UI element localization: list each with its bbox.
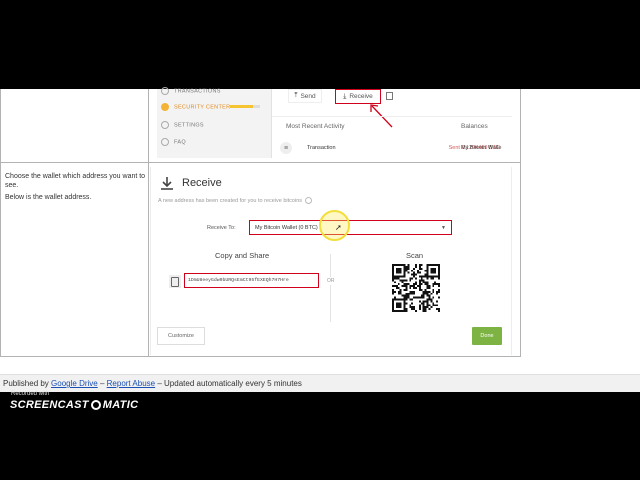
shield-icon xyxy=(161,103,169,111)
receive-title: Receive xyxy=(182,177,222,189)
instructions-cell: Choose the wallet which address you want… xyxy=(5,172,147,205)
logo-right: MATIC xyxy=(102,399,139,411)
bitcoin-address-field[interactable]: 1DmU8eeyGdw9bURQsEmCt95fEXEQh7H7Hre xyxy=(184,273,319,288)
qr-code xyxy=(392,264,440,312)
wallet-select[interactable]: My Bitcoin Wallet (0 BTC) ▼ xyxy=(249,220,452,235)
scan-heading: Scan xyxy=(406,251,424,260)
receive-button[interactable]: ⤓ Receive xyxy=(335,89,381,104)
clipboard-icon xyxy=(171,276,179,287)
clipboard-icon xyxy=(386,92,393,100)
sidebar-item-label: SETTINGS xyxy=(174,122,204,129)
clipboard-button[interactable] xyxy=(383,89,396,103)
sidebar-item-label: SECURITY CENTER xyxy=(174,104,231,111)
table-right-border xyxy=(520,89,521,357)
column-divider xyxy=(330,254,331,322)
panel-divider xyxy=(272,116,512,117)
balance-wallet-name: My Bitcoin Walle xyxy=(461,145,502,151)
question-icon xyxy=(161,138,169,146)
footer-separator: – xyxy=(97,379,107,388)
footer-text: Published by Google Drive – Report Abuse… xyxy=(3,379,302,388)
table-left-border xyxy=(0,89,1,357)
send-label: Send xyxy=(300,92,316,100)
wallet-select-value: My Bitcoin Wallet (0 BTC) xyxy=(255,224,318,231)
table-bottom-border xyxy=(0,356,521,357)
table-column-divider xyxy=(148,89,149,357)
most-recent-activity-heading: Most Recent Activity xyxy=(286,123,345,130)
security-progress-fill xyxy=(230,105,253,108)
receive-to-label: Receive To: xyxy=(207,225,236,231)
receive-label: Receive xyxy=(349,93,373,100)
done-button[interactable]: Done xyxy=(472,327,502,345)
updated-text: – Updated automatically every 5 minutes xyxy=(155,379,302,388)
screencast-o-matic-logo: SCREENCAST MATIC xyxy=(10,399,138,411)
instruction-line-2: Below is the wallet address. xyxy=(5,194,92,201)
sidebar-item-label: TRANSACTIONS xyxy=(174,88,221,95)
recorded-with-text: Recorded with xyxy=(11,391,50,397)
logo-left: SCREENCAST xyxy=(10,399,89,411)
receive-subtitle-text: A new address has been created for you t… xyxy=(158,197,303,204)
customize-button[interactable]: Customize xyxy=(157,327,205,345)
table-row-divider xyxy=(0,162,521,163)
published-footer: Published by Google Drive – Report Abuse… xyxy=(0,374,640,392)
transaction-type: Transaction xyxy=(307,145,336,151)
info-icon[interactable] xyxy=(305,197,313,204)
balances-heading: Balances xyxy=(461,123,488,130)
sidebar-item-transactions[interactable]: TRANSACTIONS xyxy=(161,87,221,95)
transactions-icon xyxy=(161,87,169,95)
copy-and-share-heading: Copy and Share xyxy=(215,251,270,260)
published-doc: Choose the wallet which address you want… xyxy=(0,87,640,392)
gear-icon xyxy=(161,121,169,129)
published-by-text: Published by xyxy=(3,379,49,388)
wallet-home-panel: ⤒ Send ⤓ Receive Most Recent Activity Bala… xyxy=(272,89,512,158)
send-button[interactable]: ⤒ Send xyxy=(288,89,322,103)
sidebar-item-label: FAQ xyxy=(174,139,186,146)
sidebar-item-faq[interactable]: FAQ xyxy=(161,138,186,146)
download-icon: ⤓ xyxy=(343,92,347,100)
receive-modal: Receive A new address has been created f… xyxy=(150,167,512,355)
mouse-pointer-icon: ➚ xyxy=(335,223,342,232)
sidebar-item-settings[interactable]: SETTINGS xyxy=(161,121,204,129)
caret-down-icon: ▼ xyxy=(441,224,446,231)
copy-address-button[interactable] xyxy=(169,275,181,288)
or-separator: OR xyxy=(327,277,335,285)
report-abuse-link[interactable]: Report Abuse xyxy=(107,379,155,388)
sidebar-item-security-center[interactable]: SECURITY CENTER xyxy=(161,103,230,111)
logo-o-icon xyxy=(90,400,101,410)
wallet-sidebar: TRANSACTIONS SECURITY CENTER SETTINGS FA… xyxy=(157,87,272,158)
google-drive-link[interactable]: Google Drive xyxy=(51,379,98,388)
security-progress-bar xyxy=(230,105,260,108)
transaction-icon: ≡ xyxy=(280,142,292,154)
receive-subtitle: A new address has been created for you t… xyxy=(158,197,313,204)
download-icon xyxy=(161,177,173,190)
upload-icon: ⤒ xyxy=(294,92,298,99)
instruction-line-1: Choose the wallet which address you want… xyxy=(5,173,146,189)
